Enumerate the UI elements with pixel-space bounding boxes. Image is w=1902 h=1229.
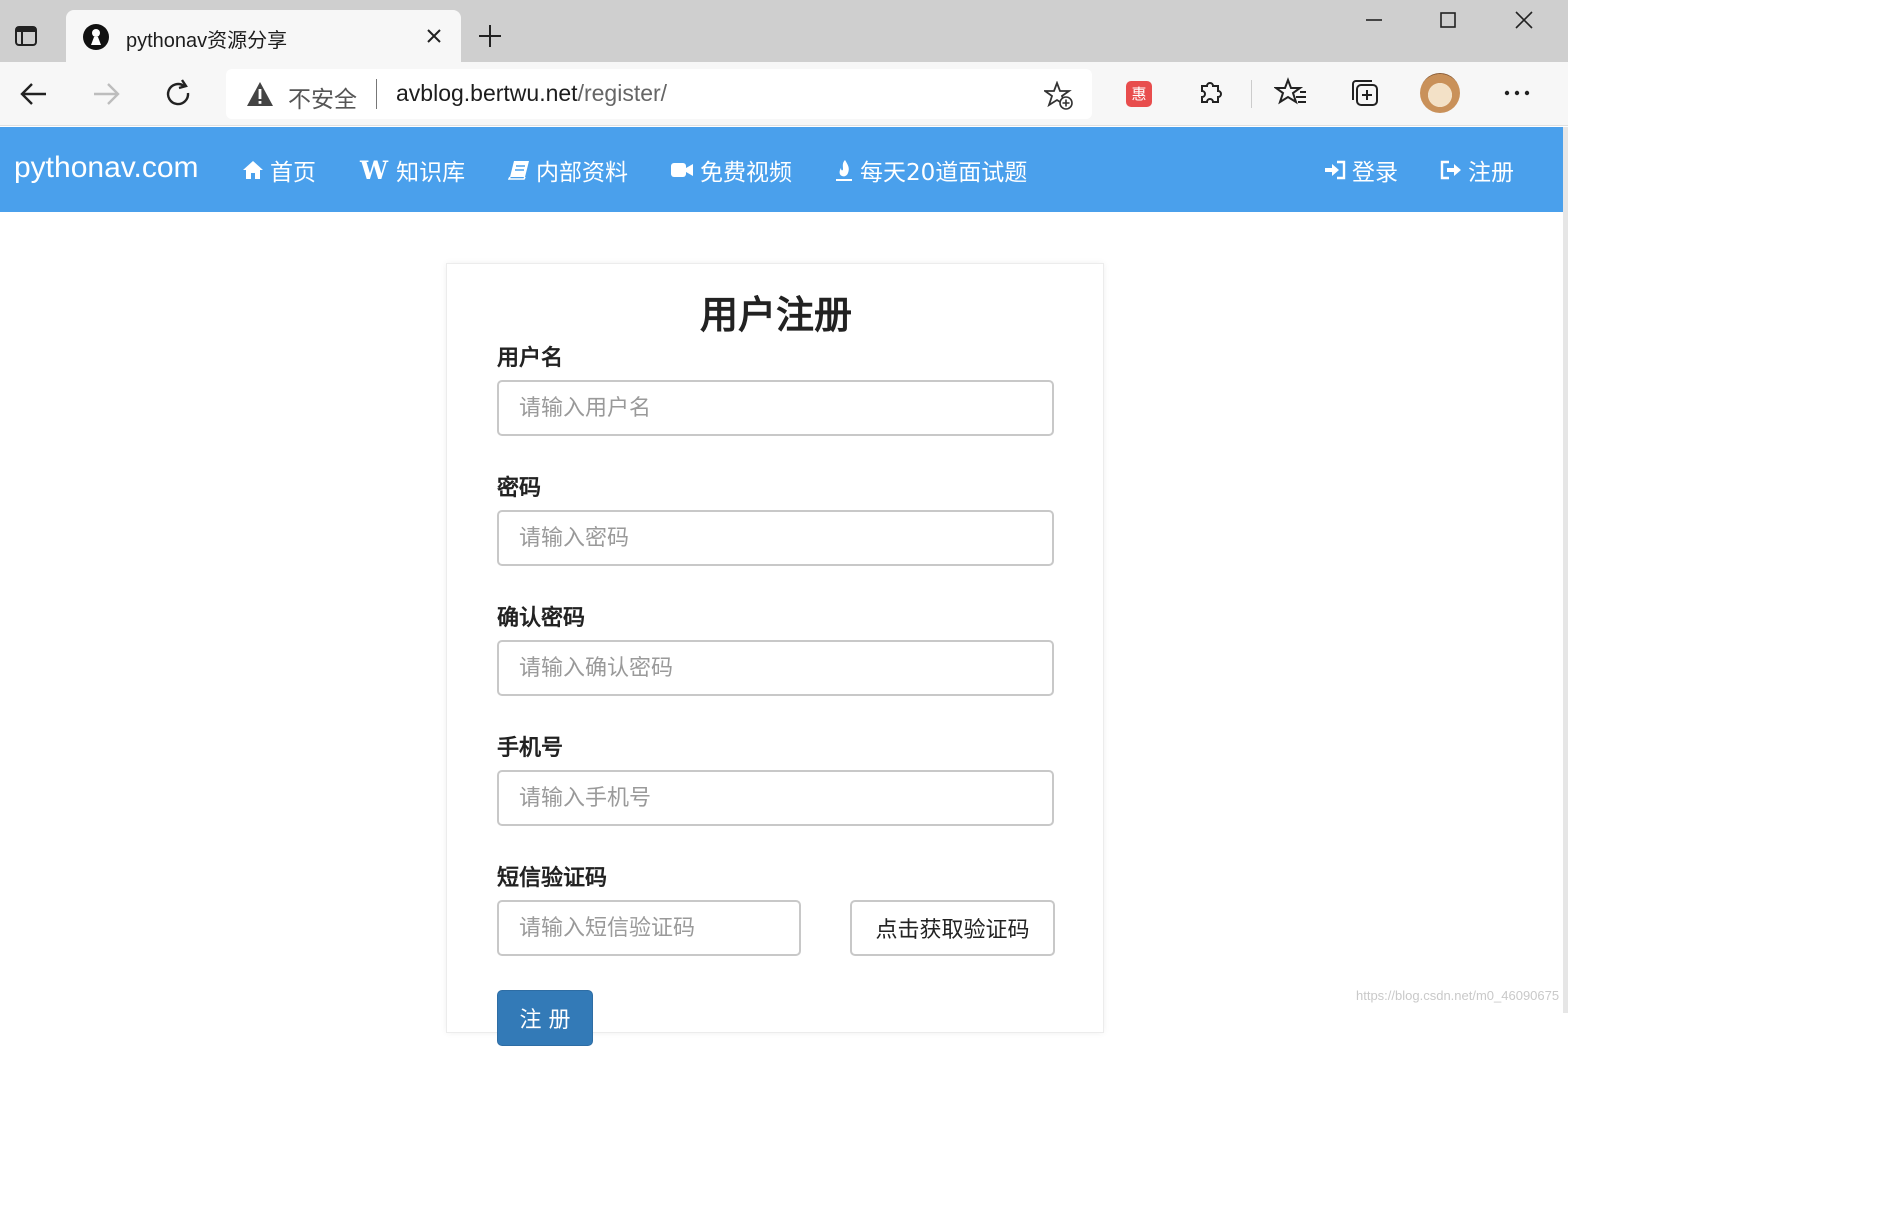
browser-toolbar: 不安全 avblog.bertwu.net/register/ 惠 <box>0 62 1568 126</box>
confirm-password-label: 确认密码 <box>497 606 586 631</box>
sign-up-icon <box>1440 160 1461 180</box>
back-arrow-icon[interactable] <box>16 76 52 112</box>
watermark-text: https://blog.csdn.net/m0_46090675 <box>1356 988 1560 1003</box>
tab-actions-icon[interactable] <box>14 24 38 48</box>
nav-item-label: 内部资料 <box>536 160 628 186</box>
tab-title: pythonav资源分享 <box>126 30 288 52</box>
nav-item-label: 知识库 <box>396 160 466 186</box>
nav-item-home[interactable]: 首页 <box>242 155 316 186</box>
site-navbar: pythonav.com 首页 W 知识库 内部资料 免费视频 每天20道面试题 <box>0 127 1563 212</box>
more-options-icon[interactable] <box>1500 76 1534 110</box>
nav-item-label: 首页 <box>270 160 316 186</box>
book-icon <box>508 161 529 180</box>
password-label: 密码 <box>497 476 542 501</box>
wikipedia-w-icon: W <box>360 155 389 185</box>
nav-item-knowledge[interactable]: W 知识库 <box>360 155 466 187</box>
sign-in-icon <box>1325 160 1346 180</box>
active-tab[interactable]: pythonav资源分享 <box>66 10 461 62</box>
username-label: 用户名 <box>497 346 564 371</box>
phone-input[interactable] <box>497 770 1054 826</box>
register-submit-button[interactable]: 注 册 <box>497 990 593 1046</box>
nav-item-label: 每天20道面试题 <box>860 160 1028 186</box>
home-icon <box>243 161 263 179</box>
confirm-password-input[interactable] <box>497 640 1054 696</box>
username-input[interactable] <box>497 380 1054 436</box>
sms-code-input[interactable] <box>497 900 801 956</box>
new-tab-icon[interactable] <box>476 22 504 50</box>
browser-tab-bar: pythonav资源分享 <box>0 0 1568 62</box>
url-host: avblog.bertwu.net <box>396 80 578 106</box>
register-card: 用户注册 用户名 密码 确认密码 手机号 短信验证码 点击获取验证码 注 册 <box>446 263 1104 1046</box>
url-text[interactable]: avblog.bertwu.net/register/ <box>396 80 667 107</box>
nav-item-login[interactable]: 登录 <box>1324 155 1398 186</box>
extensions-puzzle-icon[interactable] <box>1194 76 1228 110</box>
nav-item-interview[interactable]: 每天20道面试题 <box>834 155 1028 186</box>
address-bar[interactable]: 不安全 avblog.bertwu.net/register/ <box>226 69 1092 119</box>
maximize-window-icon[interactable] <box>1436 8 1460 32</box>
close-window-icon[interactable] <box>1512 8 1536 32</box>
collections-icon[interactable] <box>1348 76 1382 110</box>
nav-item-label: 免费视频 <box>700 160 792 186</box>
address-divider <box>376 79 377 109</box>
nav-item-label: 注册 <box>1468 160 1514 186</box>
password-input[interactable] <box>497 510 1054 566</box>
minimize-window-icon[interactable] <box>1362 8 1386 32</box>
favorites-icon[interactable] <box>1274 76 1308 110</box>
fire-icon <box>836 160 852 181</box>
phone-label: 手机号 <box>497 736 564 761</box>
url-path: /register/ <box>577 80 668 106</box>
refresh-icon[interactable] <box>160 76 196 112</box>
get-sms-code-button[interactable]: 点击获取验证码 <box>850 900 1055 956</box>
site-favicon-icon <box>83 24 109 50</box>
page-scrollbar-track[interactable] <box>1563 127 1568 1013</box>
page-title: 用户注册 <box>699 293 852 337</box>
nav-item-register[interactable]: 注册 <box>1440 155 1514 186</box>
video-camera-icon <box>671 163 693 177</box>
coupon-extension-icon[interactable]: 惠 <box>1126 81 1152 107</box>
profile-avatar[interactable] <box>1420 73 1460 113</box>
nav-item-videos[interactable]: 免费视频 <box>670 155 792 186</box>
toolbar-divider <box>1251 80 1252 108</box>
forward-arrow-icon[interactable] <box>88 76 124 112</box>
nav-item-materials[interactable]: 内部资料 <box>508 155 628 186</box>
nav-item-label: 登录 <box>1352 160 1398 186</box>
add-favorite-icon[interactable] <box>1044 81 1074 111</box>
warning-icon[interactable] <box>246 81 274 107</box>
sms-code-label: 短信验证码 <box>497 866 608 891</box>
insecure-label[interactable]: 不安全 <box>288 80 357 114</box>
site-brand-link[interactable]: pythonav.com <box>14 151 199 185</box>
close-tab-icon[interactable] <box>422 24 446 48</box>
